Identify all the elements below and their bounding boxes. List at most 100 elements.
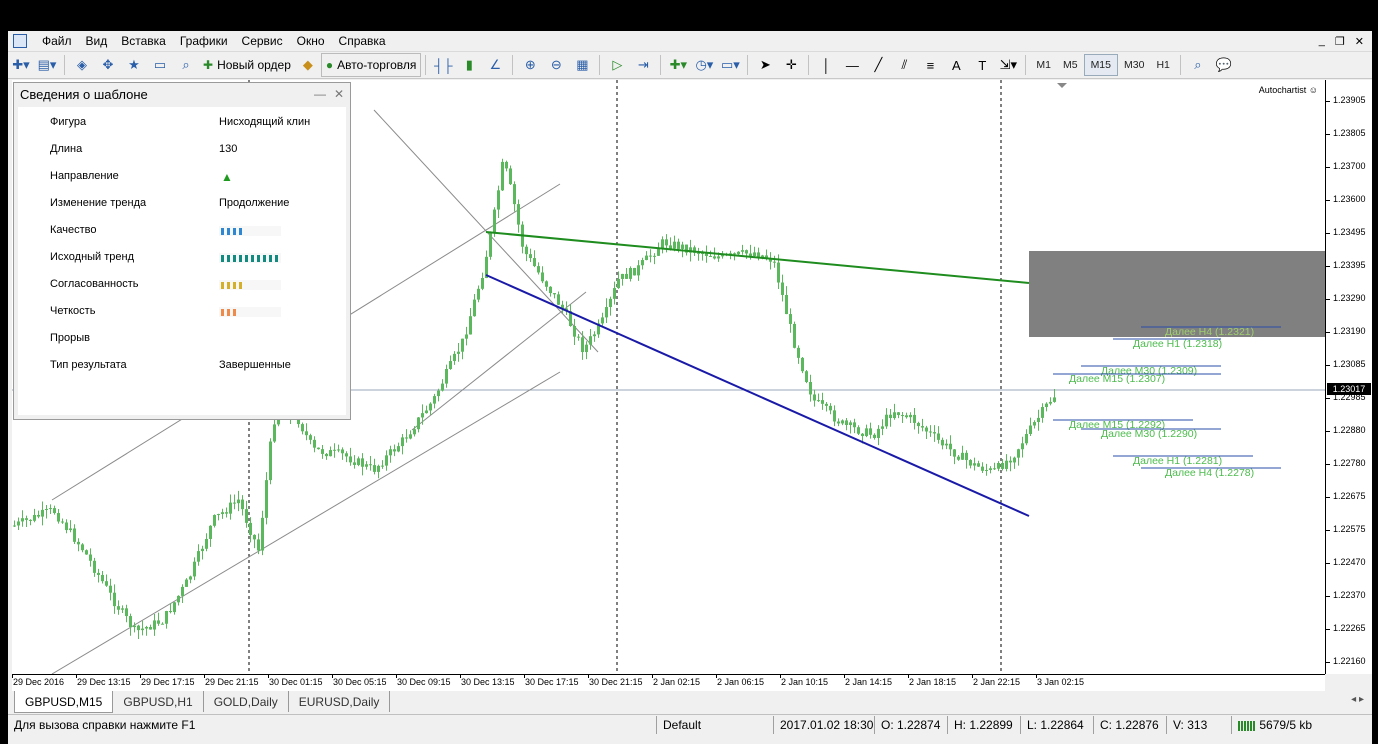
fibonacci-icon[interactable]: ≡ bbox=[919, 54, 941, 76]
tab-gold-daily[interactable]: GOLD,Daily bbox=[204, 691, 289, 712]
panel-row-key: Четкость bbox=[50, 305, 96, 317]
tab-scroll-arrows[interactable]: ◂ ▸ bbox=[1343, 691, 1372, 708]
menu-help[interactable]: Справка bbox=[332, 31, 393, 51]
new-order-button[interactable]: ✚ Новый ордер bbox=[199, 54, 295, 76]
price-scale[interactable]: 1.23905 1.23805 1.23700 1.23600 1.23495 1.233… bbox=[1325, 80, 1372, 674]
search-icon[interactable]: ⌕ bbox=[1187, 54, 1209, 76]
navigator-icon[interactable]: ✥ bbox=[97, 54, 119, 76]
candle-body bbox=[469, 316, 472, 335]
menu-bar: Файл Вид Вставка Графики Сервис Окно Спр… bbox=[8, 31, 1372, 51]
candle-body bbox=[917, 422, 920, 427]
templates-icon[interactable]: ▭▾ bbox=[719, 54, 741, 76]
time-label: 2 Jan 02:15 bbox=[653, 677, 701, 687]
restore-icon[interactable]: ❐ bbox=[1335, 35, 1345, 48]
candle-body bbox=[205, 538, 208, 549]
panel-row-value: Продолжение bbox=[219, 197, 290, 209]
candle-body bbox=[201, 548, 204, 552]
new-chart-icon[interactable]: ✚▾ bbox=[10, 54, 32, 76]
time-label: 29 Dec 13:15 bbox=[77, 677, 131, 687]
bar-chart-icon[interactable]: ┤├ bbox=[432, 54, 454, 76]
tab-gbpusd-h1[interactable]: GBPUSD,H1 bbox=[113, 691, 204, 712]
time-label: 29 Dec 21:15 bbox=[205, 677, 259, 687]
candle-body bbox=[849, 422, 852, 425]
candle-body bbox=[889, 414, 892, 419]
timeframe-h1[interactable]: H1 bbox=[1150, 55, 1175, 75]
autochartist-label[interactable]: Autochartist ☺ bbox=[1259, 85, 1318, 95]
chart-shift-icon[interactable]: ⇥ bbox=[632, 54, 654, 76]
vertical-line-icon[interactable]: │ bbox=[815, 54, 837, 76]
candle-body bbox=[329, 450, 332, 457]
trendline-icon[interactable]: ╱ bbox=[867, 54, 889, 76]
tile-windows-icon[interactable]: ▦ bbox=[571, 54, 593, 76]
candle-body bbox=[985, 469, 988, 471]
panel-minimize-icon[interactable]: — bbox=[314, 87, 326, 101]
candle-body bbox=[873, 434, 876, 438]
menu-file[interactable]: Файл bbox=[35, 31, 79, 51]
periods-icon[interactable]: ◷▾ bbox=[693, 54, 715, 76]
candle-body bbox=[649, 255, 652, 257]
indicators-icon[interactable]: ✚▾ bbox=[667, 54, 689, 76]
time-label: 30 Dec 13:15 bbox=[461, 677, 515, 687]
current-price-label: 1.23017 bbox=[1327, 383, 1371, 395]
menu-charts[interactable]: Графики bbox=[173, 31, 235, 51]
chat-icon[interactable]: 💬 bbox=[1213, 54, 1235, 76]
autoscroll-icon[interactable]: ▷ bbox=[606, 54, 628, 76]
panel-row-value: Нисходящий клин bbox=[219, 116, 311, 128]
line-chart-icon[interactable]: ∠ bbox=[484, 54, 506, 76]
crosshair-icon[interactable]: ✛ bbox=[780, 54, 802, 76]
candle-body bbox=[981, 466, 984, 471]
candle-body bbox=[737, 251, 740, 255]
tab-eurusd-daily[interactable]: EURUSD,Daily bbox=[289, 691, 391, 712]
market-watch-icon[interactable]: ◈ bbox=[71, 54, 93, 76]
cursor-icon[interactable]: ➤ bbox=[754, 54, 776, 76]
text-icon[interactable]: A bbox=[945, 54, 967, 76]
time-scale[interactable]: 29 Dec 2016 29 Dec 13:15 29 Dec 17:15 29 De… bbox=[12, 674, 1325, 691]
candle-body bbox=[53, 508, 56, 514]
menu-window[interactable]: Окно bbox=[290, 31, 332, 51]
panel-title-bar[interactable]: Сведения о шаблоне — ✕ bbox=[14, 83, 350, 105]
metaeditor-icon[interactable]: ◆ bbox=[297, 54, 319, 76]
profiles-icon[interactable]: ▤▾ bbox=[36, 54, 58, 76]
timeframe-m15[interactable]: M15 bbox=[1083, 54, 1118, 76]
terminal-icon[interactable]: ▭ bbox=[149, 54, 171, 76]
candle-body bbox=[673, 241, 676, 249]
horizontal-line-icon[interactable]: — bbox=[841, 54, 863, 76]
candle-body bbox=[461, 338, 464, 352]
minimize-icon[interactable]: _ bbox=[1319, 35, 1325, 48]
tester-icon[interactable]: ⌕ bbox=[175, 54, 197, 76]
zoom-out-icon[interactable]: ⊖ bbox=[545, 54, 567, 76]
close-icon[interactable]: ✕ bbox=[1355, 35, 1364, 48]
candle-body bbox=[445, 369, 448, 384]
panel-close-icon[interactable]: ✕ bbox=[334, 87, 344, 101]
timeframe-m5[interactable]: M5 bbox=[1057, 55, 1084, 75]
candle-body bbox=[409, 434, 412, 439]
trend-line bbox=[373, 109, 599, 353]
tab-gbpusd-m15[interactable]: GBPUSD,M15 bbox=[14, 691, 114, 713]
status-open: O: 1.22874 bbox=[874, 716, 947, 734]
menu-view[interactable]: Вид bbox=[79, 31, 115, 51]
timeframe-m1[interactable]: M1 bbox=[1030, 55, 1057, 75]
candlestick-icon[interactable]: ▮ bbox=[458, 54, 480, 76]
panel-row: Длина 130 bbox=[18, 140, 346, 160]
text-label-icon[interactable]: T bbox=[971, 54, 993, 76]
candle-body bbox=[197, 551, 200, 562]
panel-row-key: Направление bbox=[50, 170, 119, 182]
candle-body bbox=[41, 509, 44, 517]
candle-body bbox=[405, 437, 408, 439]
favorites-icon[interactable]: ★ bbox=[123, 54, 145, 76]
candle-body bbox=[185, 579, 188, 587]
pattern-info-panel: Сведения о шаблоне — ✕ Фигура Нисходящий … bbox=[13, 82, 351, 420]
panel-row-key: Согласованность bbox=[50, 278, 139, 290]
candle-body bbox=[117, 606, 120, 610]
equidistant-channel-icon[interactable]: ⫽ bbox=[893, 54, 915, 76]
timeframe-m30[interactable]: M30 bbox=[1118, 55, 1150, 75]
price-label: 1.22265 bbox=[1333, 623, 1366, 633]
zoom-in-icon[interactable]: ⊕ bbox=[519, 54, 541, 76]
menu-insert[interactable]: Вставка bbox=[114, 31, 173, 51]
arrows-icon[interactable]: ⇲▾ bbox=[997, 54, 1019, 76]
auto-trading-button[interactable]: ● Авто-торговля bbox=[320, 53, 422, 77]
candle-body bbox=[641, 260, 644, 266]
menu-tools[interactable]: Сервис bbox=[235, 31, 290, 51]
candle-body bbox=[273, 424, 276, 442]
candle-body bbox=[637, 265, 640, 276]
